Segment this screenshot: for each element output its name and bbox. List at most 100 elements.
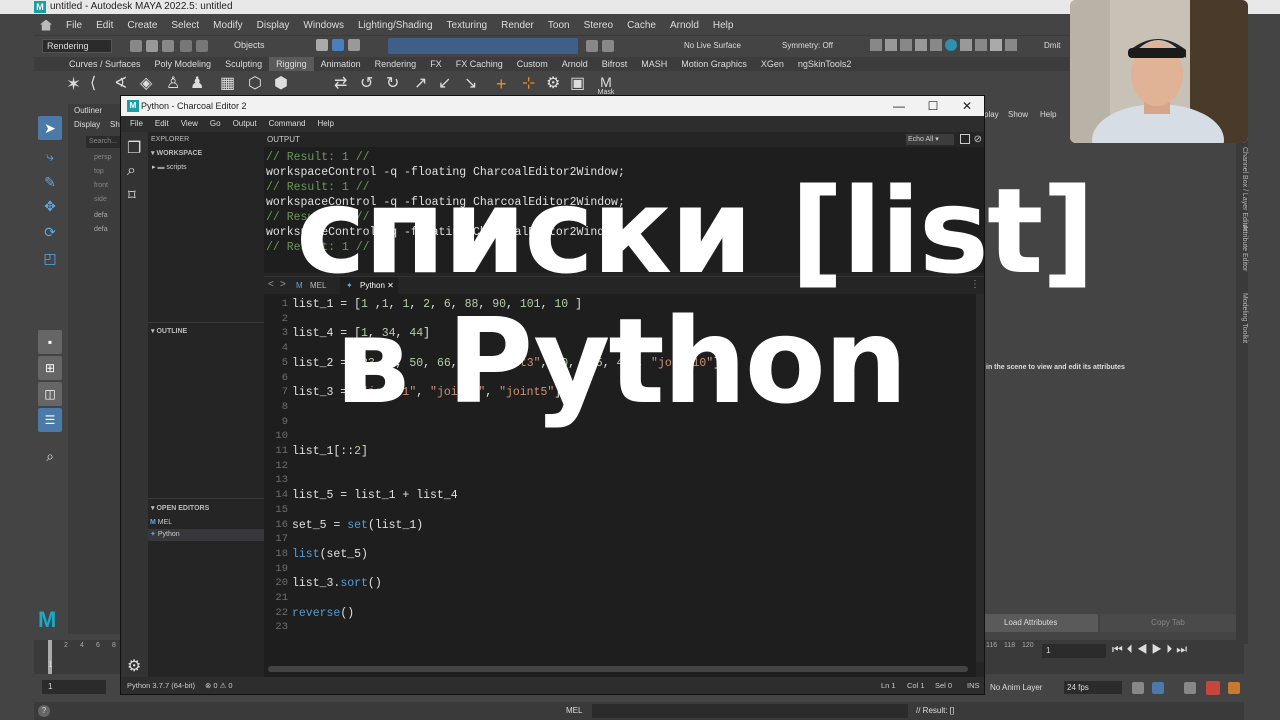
ik-spline-icon[interactable]: ∢ xyxy=(114,75,132,93)
open-editor-python[interactable]: ✦ Python xyxy=(148,529,264,541)
menu-texturing[interactable]: Texturing xyxy=(447,20,488,31)
open-scene-icon[interactable] xyxy=(146,40,158,52)
rotate-tool-icon[interactable]: ⟳ xyxy=(38,220,62,244)
status-ln[interactable]: Ln 1 xyxy=(881,677,896,694)
nav-forward-icon[interactable]: > xyxy=(280,279,286,290)
shelf-tab[interactable]: XGen xyxy=(754,57,791,71)
shelf-tab[interactable]: FX xyxy=(423,57,449,71)
shelf-tab[interactable]: Rendering xyxy=(368,57,424,71)
parent-icon[interactable]: ↙ xyxy=(438,75,456,93)
sound-icon[interactable] xyxy=(1184,682,1196,694)
orient-icon[interactable]: ↺ xyxy=(360,75,378,93)
outliner-search-input[interactable]: Search... xyxy=(86,136,122,148)
maximize-button[interactable]: ☐ xyxy=(916,96,950,116)
constraint-icon[interactable]: ⇄ xyxy=(334,75,352,93)
menu-cache[interactable]: Cache xyxy=(627,20,656,31)
code-line[interactable]: list_3.sort() xyxy=(292,577,382,590)
open-editors-section[interactable]: ▾ OPEN EDITORS xyxy=(148,503,264,515)
paint-weights-icon[interactable]: ▦ xyxy=(220,75,238,93)
tab-attribute-editor[interactable]: Attribute Editor xyxy=(1236,218,1248,278)
open-editor-mel[interactable]: M MEL xyxy=(148,517,264,529)
clear-output-icon[interactable]: ⊘ xyxy=(974,132,982,147)
key-icon[interactable] xyxy=(1152,682,1164,694)
code-line[interactable]: set_5 = set(list_1) xyxy=(292,519,423,532)
outliner-menu-display[interactable]: Display xyxy=(74,120,100,129)
search-icon[interactable]: ⌕ xyxy=(127,162,136,180)
symmetry-label[interactable]: Symmetry: Off xyxy=(782,41,833,50)
save-scene-icon[interactable] xyxy=(162,40,174,52)
outliner-item[interactable]: defa xyxy=(94,226,108,233)
home-icon[interactable] xyxy=(40,19,52,31)
add-attribute-icon[interactable]: ⊹ xyxy=(522,75,540,93)
cluster-icon[interactable]: ⬢ xyxy=(274,75,292,93)
select-hierarchy-icon[interactable] xyxy=(316,39,328,51)
outliner-item[interactable]: front xyxy=(94,182,108,189)
outliner-item[interactable]: side xyxy=(94,196,107,203)
outline-section[interactable]: ▾ OUTLINE xyxy=(148,326,264,338)
anim-layer-label[interactable]: No Anim Layer xyxy=(990,683,1042,692)
menu-help[interactable]: Help xyxy=(713,20,734,31)
command-input[interactable] xyxy=(592,704,908,718)
select-tool-icon[interactable]: ➤ xyxy=(38,116,62,140)
menu-select[interactable]: Select xyxy=(171,20,199,31)
editor-menu-command[interactable]: Command xyxy=(269,116,306,132)
point-icon[interactable]: ↘ xyxy=(464,75,482,93)
bind-skin-icon[interactable]: ♙ xyxy=(166,75,184,93)
redo-icon[interactable] xyxy=(196,40,208,52)
user-label[interactable]: Dmit xyxy=(1044,41,1060,50)
skeleton-icon[interactable]: ♟ xyxy=(190,75,208,93)
echo-dropdown[interactable]: Echo All ▾ xyxy=(906,134,954,145)
shelf-tab[interactable]: Animation xyxy=(314,57,368,71)
selection-mask-icons[interactable] xyxy=(388,38,578,54)
ik-handle-icon[interactable]: ⟨ xyxy=(90,75,108,93)
four-view-icon[interactable]: ⊞ xyxy=(38,356,62,380)
shelf-tab[interactable]: Motion Graphics xyxy=(674,57,754,71)
save-output-icon[interactable] xyxy=(960,134,970,144)
menu-file[interactable]: File xyxy=(66,20,82,31)
panel-menu-play[interactable]: play xyxy=(984,110,999,119)
editor-menu-edit[interactable]: Edit xyxy=(155,116,169,132)
menu-lighting[interactable]: Lighting/Shading xyxy=(358,20,433,31)
close-button[interactable]: ✕ xyxy=(950,96,984,116)
menu-stereo[interactable]: Stereo xyxy=(584,20,613,31)
fps-dropdown[interactable]: 24 fps xyxy=(1064,681,1122,694)
single-view-icon[interactable]: ▪ xyxy=(38,330,62,354)
select-object-icon[interactable] xyxy=(332,39,344,51)
panel-menu-show[interactable]: Show xyxy=(1008,110,1028,119)
horizontal-scrollbar[interactable] xyxy=(264,662,976,677)
status-sel[interactable]: Sel 0 xyxy=(935,677,952,694)
menu-arnold[interactable]: Arnold xyxy=(670,20,699,31)
code-line[interactable]: list_5 = list_1 + list_4 xyxy=(292,489,458,502)
menu-render[interactable]: Render xyxy=(501,20,534,31)
problems-count[interactable]: ⊗ 0 ⚠ 0 xyxy=(205,677,233,694)
select-component-icon[interactable] xyxy=(348,39,360,51)
shelf-tab[interactable]: Bifrost xyxy=(595,57,635,71)
outliner-item[interactable]: defa xyxy=(94,212,108,219)
shelf-tab[interactable]: MASH xyxy=(634,57,674,71)
editor-menu-help[interactable]: Help xyxy=(317,116,333,132)
editor-menu-view[interactable]: View xyxy=(181,116,198,132)
code-line[interactable]: reverse() xyxy=(292,607,354,620)
range-start-field[interactable]: 1 xyxy=(42,680,106,694)
two-view-icon[interactable]: ◫ xyxy=(38,382,62,406)
lattice-icon[interactable]: ⬡ xyxy=(248,75,266,93)
settings-icon[interactable]: ⚙ xyxy=(546,75,564,93)
outliner-item[interactable]: top xyxy=(94,168,104,175)
scripts-folder[interactable]: ▸ ▬ scripts xyxy=(148,162,264,174)
new-scene-icon[interactable] xyxy=(130,40,142,52)
aim-icon[interactable]: ↻ xyxy=(386,75,404,93)
menu-windows[interactable]: Windows xyxy=(303,20,344,31)
current-time-field[interactable]: 1 xyxy=(1042,644,1106,658)
undo-icon[interactable] xyxy=(180,40,192,52)
shelf-tab[interactable]: ngSkinTools2 xyxy=(791,57,859,71)
copy-tab-button[interactable]: Copy Tab xyxy=(1100,614,1236,632)
shelf-tab-active[interactable]: Rigging xyxy=(269,57,314,71)
live-surface-label[interactable]: No Live Surface xyxy=(684,41,741,50)
shelf-tab[interactable]: Arnold xyxy=(555,57,595,71)
paint-select-icon[interactable]: ✎ xyxy=(38,170,62,194)
joint-tool-icon[interactable]: ✶ xyxy=(66,75,84,93)
shelf-tab[interactable]: Custom xyxy=(510,57,555,71)
shelf-tab[interactable]: FX Caching xyxy=(449,57,510,71)
render-icons[interactable] xyxy=(870,39,1030,53)
locator-icon[interactable]: ◈ xyxy=(140,75,158,93)
